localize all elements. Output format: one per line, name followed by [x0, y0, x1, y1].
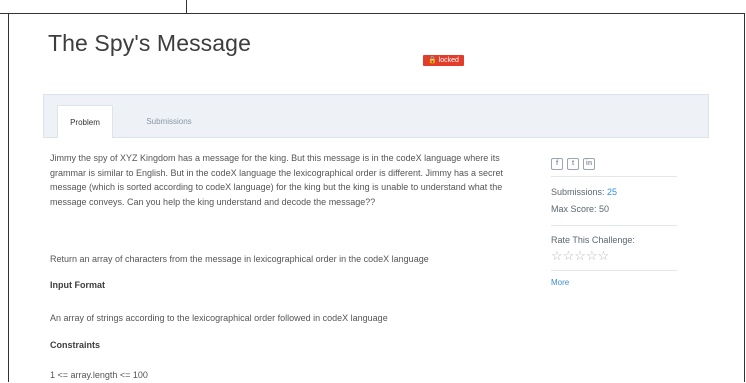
challenge-title: The Spy's Message	[48, 30, 251, 56]
rate-label: Rate This Challenge:	[551, 235, 635, 245]
submissions-count-link[interactable]: 25	[607, 187, 617, 197]
constraints-text: 1 <= array.length <= 100	[50, 370, 148, 380]
more-link[interactable]: More	[551, 278, 569, 287]
tab-bar: Problem Submissions	[43, 94, 709, 138]
sidebar-divider	[551, 270, 677, 271]
submissions-stat: Submissions: 25	[551, 187, 617, 197]
sidebar-divider	[551, 225, 677, 226]
problem-description: Jimmy the spy of XYZ Kingdom has a messa…	[50, 153, 504, 207]
tab-submissions[interactable]: Submissions	[134, 105, 204, 138]
badge-label: locked	[438, 57, 459, 64]
input-format-text: An array of strings according to the lex…	[50, 313, 388, 323]
lock-icon: 🔒	[428, 57, 437, 64]
max-score-stat: Max Score: 50	[551, 204, 609, 214]
linkedin-icon[interactable]: in	[583, 158, 595, 170]
problem-task: Return an array of characters from the m…	[50, 254, 429, 264]
sidebar-divider	[551, 176, 677, 177]
social-share: f t in	[551, 152, 599, 170]
max-score-label: Max Score:	[551, 204, 597, 214]
facebook-icon[interactable]: f	[551, 158, 563, 170]
max-score-value: 50	[599, 204, 610, 214]
input-format-heading: Input Format	[50, 280, 105, 290]
top-window-edge	[0, 0, 187, 14]
constraints-heading: Constraints	[50, 340, 101, 350]
rating-stars[interactable]: ☆☆☆☆☆	[551, 248, 609, 264]
locked-badge: 🔒 locked	[423, 55, 464, 66]
tab-problem[interactable]: Problem	[57, 105, 113, 138]
twitter-icon[interactable]: t	[567, 158, 579, 170]
submissions-label: Submissions:	[551, 187, 605, 197]
